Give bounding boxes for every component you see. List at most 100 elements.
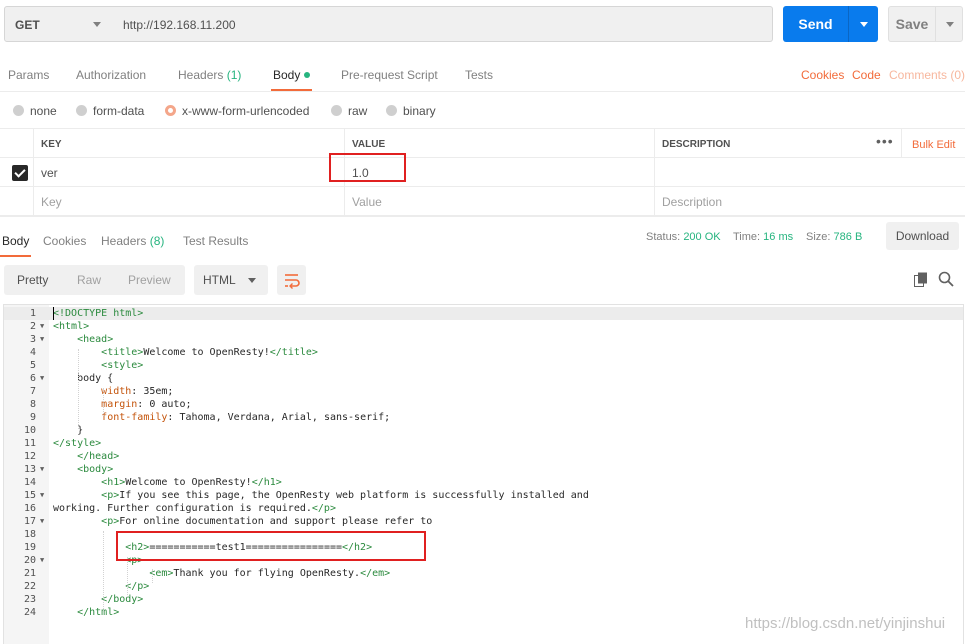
code-line: 9 font-family: Tahoma, Verdana, Arial, s… bbox=[4, 411, 963, 424]
tab-params[interactable]: Params bbox=[8, 68, 49, 82]
code-text: <head> bbox=[77, 334, 114, 345]
code-line: 8 margin: 0 auto; bbox=[4, 398, 963, 411]
new-value-field[interactable]: Value bbox=[344, 187, 654, 215]
code-line: 22 </p> bbox=[4, 580, 963, 593]
code-link[interactable]: Code bbox=[852, 68, 881, 82]
radio-form-data[interactable]: form-data bbox=[76, 104, 144, 118]
status-info: Status: 200 OK bbox=[646, 231, 721, 243]
bulk-edit-link[interactable]: Bulk Edit bbox=[901, 129, 955, 157]
radio-none[interactable]: none bbox=[13, 104, 57, 118]
param-description-field[interactable] bbox=[654, 158, 965, 186]
code-text: </html> bbox=[77, 607, 120, 618]
download-button[interactable]: Download bbox=[886, 222, 959, 250]
body-modified-dot-icon bbox=[304, 72, 311, 78]
code-text: width: 35em; bbox=[101, 386, 174, 397]
fold-toggle-icon[interactable]: ▼ bbox=[40, 333, 44, 346]
save-label: Save bbox=[895, 16, 929, 32]
line-number: 20 bbox=[23, 555, 36, 566]
radio-raw-label: raw bbox=[348, 104, 368, 118]
line-number: 17 bbox=[23, 516, 36, 527]
view-preview-button[interactable]: Preview bbox=[128, 273, 171, 287]
url-input[interactable]: http://192.168.11.200 bbox=[111, 6, 773, 42]
code-line: 11 </style> bbox=[4, 437, 963, 450]
new-description-field[interactable]: Description bbox=[654, 187, 965, 215]
line-number: 11 bbox=[23, 438, 36, 449]
tab-body-label: Body bbox=[273, 68, 301, 82]
status-label: Status: bbox=[646, 231, 681, 243]
params-table-header: KEY VALUE DESCRIPTION ••• Bulk Edit bbox=[0, 128, 965, 158]
header-checkbox-cell bbox=[0, 129, 33, 157]
code-line: 1 <!DOCTYPE html> bbox=[4, 307, 963, 320]
response-code-editor[interactable]: 1 <!DOCTYPE html> 2 ▼ <html> 3 ▼ <head> 4 <titl… bbox=[3, 304, 964, 644]
line-number: 16 bbox=[23, 503, 36, 514]
response-tab-body[interactable]: Body bbox=[0, 234, 32, 257]
line-number: 7 bbox=[29, 386, 36, 397]
code-text: </head> bbox=[77, 451, 120, 462]
response-tab-headers[interactable]: Headers (8) bbox=[101, 234, 164, 248]
wrap-lines-button[interactable] bbox=[277, 265, 306, 295]
h2-highlight-box bbox=[116, 531, 426, 561]
search-icon[interactable] bbox=[938, 271, 954, 287]
radio-binary[interactable]: binary bbox=[386, 104, 436, 118]
fold-toggle-icon[interactable]: ▼ bbox=[40, 463, 44, 476]
view-raw-button[interactable]: Raw bbox=[77, 273, 101, 287]
body-type-selector: none form-data x-www-form-urlencoded raw… bbox=[0, 92, 965, 128]
send-options-chevron-icon[interactable] bbox=[848, 6, 878, 42]
copy-icon[interactable] bbox=[914, 272, 928, 288]
radio-form-data-label: form-data bbox=[93, 104, 145, 118]
column-header-key: KEY bbox=[33, 129, 344, 157]
fold-toggle-icon[interactable]: ▼ bbox=[40, 554, 44, 567]
new-key-field[interactable]: Key bbox=[33, 187, 344, 215]
tab-authorization[interactable]: Authorization bbox=[76, 68, 146, 82]
headers-count-badge: (1) bbox=[226, 68, 242, 82]
radio-binary-label: binary bbox=[403, 104, 436, 118]
line-number: 12 bbox=[23, 451, 36, 462]
view-mode-selector: Pretty Raw Preview bbox=[4, 265, 185, 295]
response-tab-cookies[interactable]: Cookies bbox=[43, 234, 86, 248]
comments-link[interactable]: Comments (0) bbox=[889, 68, 965, 82]
line-number: 13 bbox=[23, 464, 36, 475]
params-table: KEY VALUE DESCRIPTION ••• Bulk Edit ver … bbox=[0, 128, 965, 216]
indent-guide bbox=[103, 531, 104, 611]
tab-headers[interactable]: Headers (1) bbox=[178, 68, 241, 82]
tab-prerequest-script[interactable]: Pre-request Script bbox=[341, 68, 438, 82]
fold-toggle-icon[interactable]: ▼ bbox=[40, 372, 44, 385]
watermark: https://blog.csdn.net/yinjinshui bbox=[745, 615, 946, 632]
time-value: 16 ms bbox=[763, 231, 794, 243]
tab-tests[interactable]: Tests bbox=[465, 68, 493, 82]
table-row-empty: Key Value Description bbox=[0, 187, 965, 216]
code-text: working. Further configuration is requir… bbox=[53, 503, 336, 514]
radio-urlencoded[interactable]: x-www-form-urlencoded bbox=[165, 104, 309, 118]
row-checkbox-cell bbox=[0, 187, 33, 215]
format-select[interactable]: HTML bbox=[194, 265, 268, 295]
size-label: Size: bbox=[806, 231, 831, 243]
response-tab-test-results[interactable]: Test Results bbox=[183, 234, 248, 248]
save-button[interactable]: Save bbox=[888, 6, 963, 42]
response-bar: Body Cookies Headers (8) Test Results St… bbox=[0, 216, 965, 258]
fold-toggle-icon[interactable]: ▼ bbox=[40, 320, 44, 333]
line-number: 6 bbox=[29, 373, 36, 384]
send-button[interactable]: Send bbox=[783, 6, 878, 42]
param-key-field[interactable]: ver bbox=[33, 158, 344, 186]
indent-guide bbox=[152, 569, 153, 583]
fold-toggle-icon[interactable]: ▼ bbox=[40, 515, 44, 528]
line-number: 9 bbox=[29, 412, 36, 423]
method-select[interactable]: GET bbox=[4, 6, 112, 42]
indent-guide bbox=[78, 349, 79, 429]
save-options-chevron-icon[interactable] bbox=[935, 7, 963, 41]
view-pretty-button[interactable]: Pretty bbox=[17, 273, 48, 287]
code-text: <!DOCTYPE html> bbox=[53, 308, 144, 319]
radio-raw[interactable]: raw bbox=[331, 104, 367, 118]
checkbox-checked-icon[interactable] bbox=[12, 165, 28, 181]
code-text: <p>If you see this page, the OpenResty w… bbox=[101, 490, 589, 501]
fold-toggle-icon[interactable]: ▼ bbox=[40, 489, 44, 502]
code-line: 21 <em>Thank you for flying OpenResty.</… bbox=[4, 567, 963, 580]
code-line: 14 <h1>Welcome to OpenResty!</h1> bbox=[4, 476, 963, 489]
code-line: 23 </body> bbox=[4, 593, 963, 606]
radio-circle-icon bbox=[76, 105, 87, 116]
cookies-link[interactable]: Cookies bbox=[801, 68, 844, 82]
more-options-icon[interactable]: ••• bbox=[876, 133, 894, 149]
response-headers-count-badge: (8) bbox=[149, 234, 165, 248]
tab-body[interactable]: Body bbox=[270, 68, 313, 91]
line-number: 22 bbox=[23, 581, 36, 592]
